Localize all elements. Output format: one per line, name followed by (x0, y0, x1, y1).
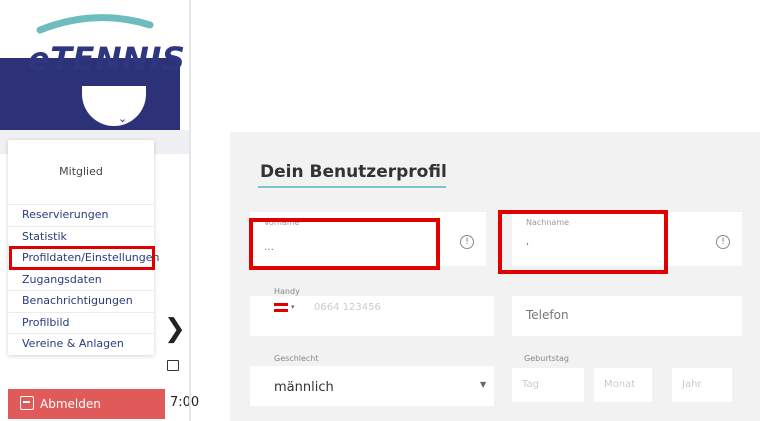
menu-item-benachrichtigungen[interactable]: Benachrichtigungen (8, 290, 154, 312)
geburtstag-tag[interactable]: Tag (512, 368, 584, 402)
title-underline (258, 186, 446, 188)
app-logo[interactable]: eTENNIS (0, 0, 185, 95)
user-menu: Mitglied Reservierungen Statistik Profil… (8, 140, 159, 355)
logout-icon (20, 396, 34, 410)
highlight-nachname (498, 210, 668, 274)
page-title: Dein Benutzerprofil (260, 162, 447, 182)
highlight-vorname (249, 218, 440, 270)
menu-header: Mitglied (59, 165, 103, 178)
menu-item-reservierungen[interactable]: Reservierungen (8, 204, 154, 226)
menu-item-profilbild[interactable]: Profilbild (8, 311, 154, 334)
sidebar: eTENNIS ⌄ Mitglied Reservierungen Statis… (0, 0, 200, 421)
geschlecht-label: Geschlecht (274, 354, 319, 363)
calendar-icon (167, 360, 179, 371)
chevron-right-icon[interactable]: ❯ (164, 314, 186, 344)
geschlecht-value: männlich (274, 380, 334, 395)
logo-text: eTENNIS (28, 40, 186, 78)
alert-icon: ! (716, 235, 730, 249)
telefon-placeholder: Telefon (526, 308, 569, 322)
geburtstag-monat[interactable]: Monat (594, 368, 652, 402)
telefon-field[interactable]: Telefon (512, 296, 742, 336)
logout-button[interactable]: Abmelden (8, 389, 165, 419)
profile-panel: Dein Benutzerprofil Vorname … ! Nachname… (230, 132, 760, 421)
chevron-down-icon[interactable]: ⌄ (118, 112, 127, 125)
caret-down-icon[interactable]: ▾ (291, 303, 295, 311)
menu-item-zugangsdaten[interactable]: Zugangsdaten (8, 268, 154, 291)
alert-icon: ! (460, 235, 474, 249)
geburtstag-label: Geburtstag (524, 354, 569, 363)
austria-flag-icon[interactable] (274, 303, 288, 312)
menu-item-statistik[interactable]: Statistik (8, 225, 154, 248)
menu-item-vereine[interactable]: Vereine & Anlagen (8, 333, 154, 355)
time-fragment: 7:00 (170, 395, 200, 410)
handy-input[interactable]: 0664 123456 (314, 302, 381, 313)
logout-label: Abmelden (40, 397, 101, 411)
menu-item-profildaten[interactable]: Profildaten/Einstellungen (9, 246, 159, 270)
caret-down-icon[interactable]: ▼ (480, 380, 486, 389)
geburtstag-jahr[interactable]: Jahr (672, 368, 732, 402)
handy-label: Handy (274, 287, 300, 296)
